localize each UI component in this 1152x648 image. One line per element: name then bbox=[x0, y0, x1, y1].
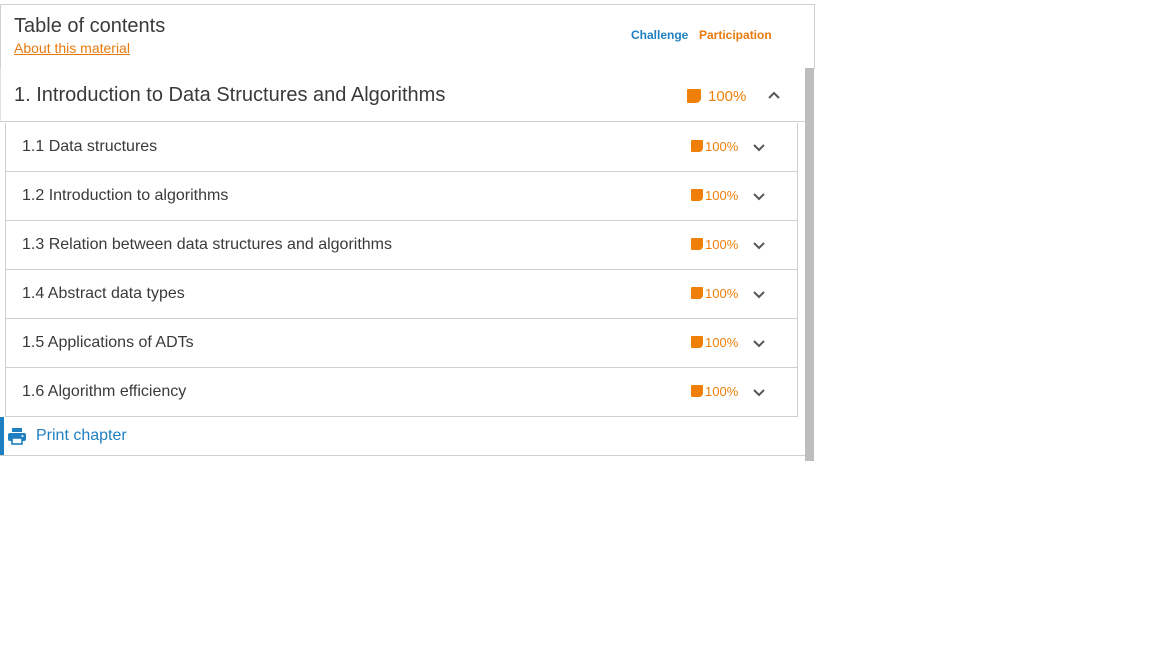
table-of-contents: Table of contents About this material Ch… bbox=[0, 4, 815, 461]
participation-progress-icon bbox=[687, 89, 701, 103]
section-title: 1.4 Abstract data types bbox=[22, 285, 185, 302]
section-progress: 100% bbox=[691, 187, 739, 203]
section-progress: 100% bbox=[691, 383, 739, 399]
section-progress: 100% bbox=[691, 285, 739, 301]
chevron-down-icon[interactable] bbox=[752, 140, 766, 154]
section-progress: 100% bbox=[691, 236, 739, 252]
section-progress-value: 100% bbox=[705, 236, 739, 252]
chevron-down-icon[interactable] bbox=[752, 238, 766, 252]
about-material-link[interactable]: About this material bbox=[14, 40, 130, 56]
toc-header: Table of contents About this material Ch… bbox=[0, 4, 815, 69]
chevron-down-icon[interactable] bbox=[752, 287, 766, 301]
section-progress-value: 100% bbox=[705, 285, 739, 301]
section-row[interactable]: 1.4 Abstract data types 100% bbox=[5, 270, 798, 319]
section-row[interactable]: 1.3 Relation between data structures and… bbox=[5, 221, 798, 270]
participation-progress-icon bbox=[691, 140, 703, 152]
chevron-down-icon[interactable] bbox=[752, 336, 766, 350]
chevron-down-icon[interactable] bbox=[752, 385, 766, 399]
section-row[interactable]: 1.6 Algorithm efficiency 100% bbox=[5, 368, 798, 417]
section-row[interactable]: 1.1 Data structures 100% bbox=[5, 123, 798, 172]
participation-progress-icon bbox=[691, 189, 703, 201]
participation-progress-icon bbox=[691, 287, 703, 299]
scrollbar[interactable] bbox=[805, 68, 814, 461]
chapter-progress: 100% bbox=[687, 87, 746, 105]
section-title: 1.3 Relation between data structures and… bbox=[22, 236, 392, 253]
section-title: 1.2 Introduction to algorithms bbox=[22, 187, 229, 204]
challenge-legend[interactable]: Challenge bbox=[631, 28, 688, 42]
print-chapter-label: Print chapter bbox=[36, 427, 127, 444]
chapter-area: 1. Introduction to Data Structures and A… bbox=[0, 68, 814, 461]
chapter-row[interactable]: 1. Introduction to Data Structures and A… bbox=[0, 68, 805, 122]
print-accent-bar bbox=[0, 417, 4, 455]
section-progress-value: 100% bbox=[705, 334, 739, 350]
participation-progress-icon bbox=[691, 336, 703, 348]
section-row[interactable]: 1.5 Applications of ADTs 100% bbox=[5, 319, 798, 368]
participation-legend[interactable]: Participation bbox=[699, 28, 772, 42]
section-progress-value: 100% bbox=[705, 138, 739, 154]
section-title: 1.1 Data structures bbox=[22, 138, 158, 155]
section-progress-value: 100% bbox=[705, 187, 739, 203]
page-title: Table of contents bbox=[14, 15, 166, 37]
printer-icon bbox=[8, 428, 26, 445]
chevron-up-icon[interactable] bbox=[767, 88, 781, 102]
section-title: 1.5 Applications of ADTs bbox=[22, 334, 194, 351]
section-progress: 100% bbox=[691, 334, 739, 350]
chapter-title: 1. Introduction to Data Structures and A… bbox=[14, 84, 446, 106]
section-progress: 100% bbox=[691, 138, 739, 154]
chevron-down-icon[interactable] bbox=[752, 189, 766, 203]
print-chapter-button[interactable]: Print chapter bbox=[0, 417, 805, 456]
section-row[interactable]: 1.2 Introduction to algorithms 100% bbox=[5, 172, 798, 221]
chapter-progress-value: 100% bbox=[708, 87, 747, 105]
participation-progress-icon bbox=[691, 238, 703, 250]
section-list: 1.1 Data structures 100% 1.2 Introduction … bbox=[5, 123, 798, 417]
participation-progress-icon bbox=[691, 385, 703, 397]
section-title: 1.6 Algorithm efficiency bbox=[22, 383, 187, 400]
section-progress-value: 100% bbox=[705, 383, 739, 399]
